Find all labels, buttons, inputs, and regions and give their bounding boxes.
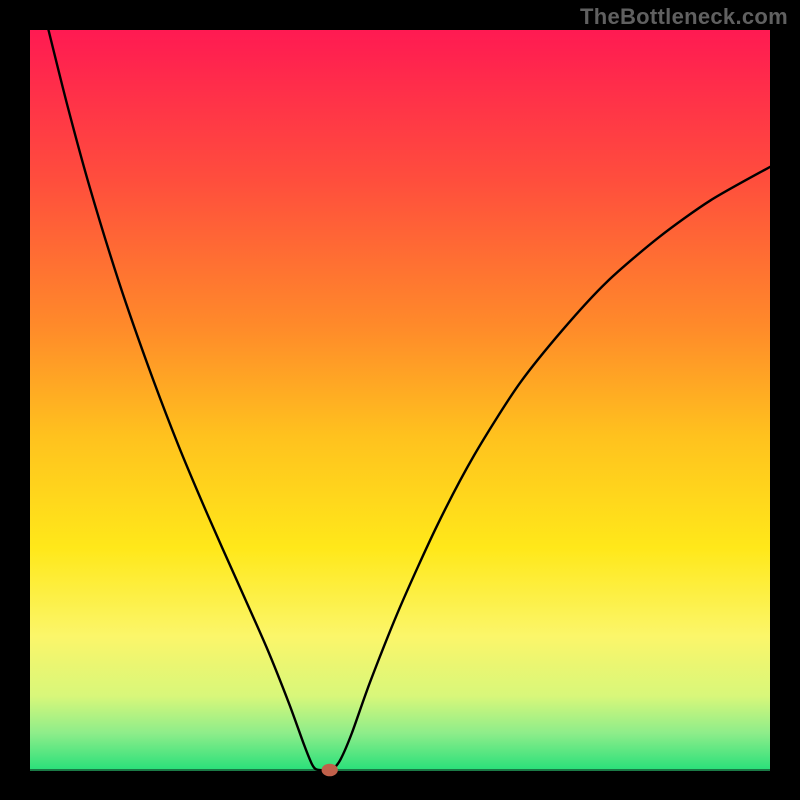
optimum-marker: [322, 764, 338, 777]
watermark-text: TheBottleneck.com: [580, 4, 788, 30]
chart-frame: TheBottleneck.com: [0, 0, 800, 800]
plot-background: [30, 30, 770, 770]
bottleneck-chart: [0, 0, 800, 800]
